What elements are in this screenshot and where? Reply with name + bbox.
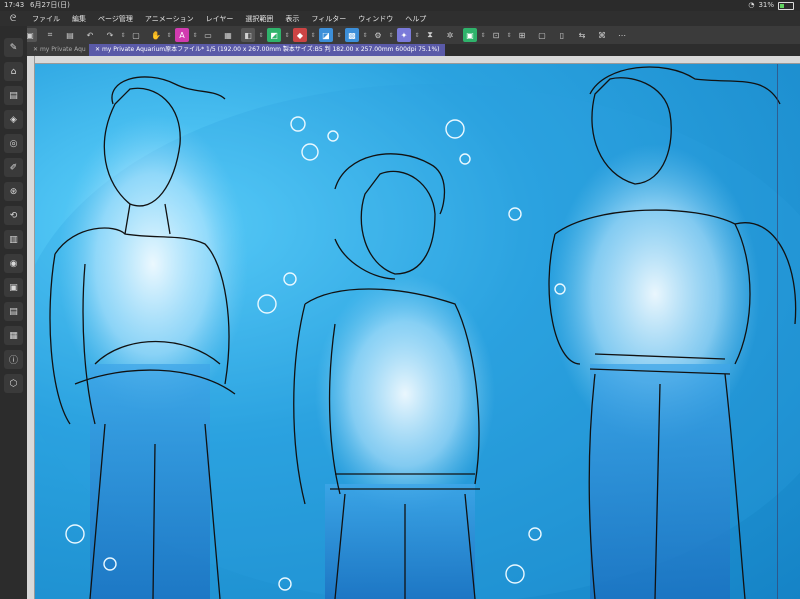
redo-icon[interactable]: ↷ <box>103 28 117 42</box>
wifi-icon: ◔ <box>748 1 755 9</box>
eraser-tool-icon[interactable]: ▤ <box>4 86 23 105</box>
info-icon[interactable]: ⓘ <box>4 350 23 369</box>
chevron-updown-icon[interactable]: ⇕ <box>284 28 290 42</box>
gradient-icon[interactable]: ◪ <box>319 28 333 42</box>
chevron-updown-icon[interactable]: ⇕ <box>388 28 394 42</box>
chevron-updown-icon[interactable]: ⇕ <box>310 28 316 42</box>
chevron-updown-icon[interactable]: ⇕ <box>414 28 420 42</box>
menu-file[interactable]: ファイル <box>26 14 66 24</box>
layout-icon[interactable]: ⊞ <box>515 28 529 42</box>
undo-icon[interactable]: ↶ <box>83 28 97 42</box>
grid-icon[interactable]: ▦ <box>221 28 235 42</box>
left-tool-sidebar: ✎ ⌂ ▤ ◈ ◎ ✐ ⊛ ⟲ ▥ ◉ ▣ ▤ ▦ ⓘ ⬡ <box>0 26 27 599</box>
chevron-updown-icon[interactable]: ⇕ <box>480 28 486 42</box>
hand-icon[interactable]: ✋ <box>149 28 163 42</box>
ruler-horizontal <box>34 56 800 64</box>
ios-status-bar: 17:43 6月27日(日) ◔ 31% <box>0 0 800 11</box>
document-tabs: ✕ my Private Aqu ✕ my Private Aquarium原本… <box>27 44 800 56</box>
color-icon[interactable]: ◩ <box>267 28 281 42</box>
brush-tool-icon[interactable]: ⌂ <box>4 62 23 81</box>
battery-icon <box>778 1 794 10</box>
hourglass-icon[interactable]: ⧗ <box>423 28 437 42</box>
chevron-updown-icon[interactable]: ⇕ <box>192 28 198 42</box>
auto-action-icon[interactable]: ⬡ <box>4 374 23 393</box>
pen-tool-icon[interactable]: ✎ <box>4 38 23 57</box>
sync-icon[interactable]: ⇆ <box>575 28 589 42</box>
menu-selection[interactable]: 選択範囲 <box>239 14 279 24</box>
menu-window[interactable]: ウィンドウ <box>352 14 399 24</box>
chevron-updown-icon[interactable]: ⇕ <box>166 28 172 42</box>
page-guide-line <box>777 64 778 599</box>
material-icon[interactable]: ⊛ <box>4 182 23 201</box>
settings-icon[interactable]: ⚙ <box>371 28 385 42</box>
menu-view[interactable]: 表示 <box>279 14 305 24</box>
animation-icon[interactable]: ▦ <box>4 326 23 345</box>
battery-percent: 31% <box>758 1 774 9</box>
filter-icon[interactable]: ▩ <box>345 28 359 42</box>
text-icon[interactable]: A <box>175 28 189 42</box>
select-icon[interactable]: ▢ <box>129 28 143 42</box>
window-icon[interactable]: ▢ <box>535 28 549 42</box>
tab-inactive[interactable]: ✕ my Private Aqu <box>27 44 89 56</box>
chevron-updown-icon[interactable]: ⇕ <box>336 28 342 42</box>
shortcut-icon[interactable]: ⌘ <box>595 28 609 42</box>
drawing-canvas[interactable] <box>35 64 800 599</box>
save-icon[interactable]: ▤ <box>63 28 77 42</box>
history-icon[interactable]: ⟲ <box>4 206 23 225</box>
sub-tool-icon[interactable]: ▥ <box>4 230 23 249</box>
chevron-updown-icon[interactable]: ⇕ <box>120 28 126 42</box>
close-icon[interactable]: ✕ <box>95 46 102 53</box>
layer-property-icon[interactable]: ▣ <box>4 278 23 297</box>
chevron-updown-icon[interactable]: ⇕ <box>258 28 264 42</box>
command-bar: ☰ ▣ ⌗ ▤ ↶ ↷ ⇕ ▢ ✋ ⇕ A ⇕ ▭ ▦ ◧ ⇕ ◩ ⇕ ◆ ⇕ … <box>0 26 800 45</box>
chevron-updown-icon[interactable]: ⇕ <box>506 28 512 42</box>
status-right: ◔ 31% <box>748 0 794 11</box>
navigator-icon[interactable]: ◎ <box>4 134 23 153</box>
menu-animation[interactable]: アニメーション <box>139 14 200 24</box>
layer-panel-icon[interactable]: ◈ <box>4 110 23 129</box>
close-icon[interactable]: ✕ <box>33 46 40 53</box>
menu-layer[interactable]: レイヤー <box>200 14 240 24</box>
color-wheel-icon[interactable]: ✐ <box>4 158 23 177</box>
export-icon[interactable]: ▣ <box>463 28 477 42</box>
crop-icon[interactable]: ⌗ <box>43 28 57 42</box>
ruler-icon[interactable]: ▭ <box>201 28 215 42</box>
status-date: 6月27日(日) <box>30 1 70 9</box>
app-logo-icon[interactable]: ᘓ <box>0 14 26 24</box>
tablet-icon[interactable]: ▯ <box>555 28 569 42</box>
menu-filter[interactable]: フィルター <box>305 14 352 24</box>
menu-bar: ᘓ ファイル 編集 ページ管理 アニメーション レイヤー 選択範囲 表示 フィル… <box>0 11 800 26</box>
gear2-icon[interactable]: ✲ <box>443 28 457 42</box>
fill-icon[interactable]: ◆ <box>293 28 307 42</box>
status-time: 17:43 <box>4 1 25 9</box>
menu-page[interactable]: ページ管理 <box>92 14 139 24</box>
layer-icon[interactable]: ◧ <box>241 28 255 42</box>
sketch-artwork <box>35 66 800 599</box>
ruler-vertical <box>27 56 35 599</box>
chevron-updown-icon[interactable]: ⇕ <box>362 28 368 42</box>
menu-help[interactable]: ヘルプ <box>399 14 432 24</box>
preview-icon[interactable]: ⊡ <box>489 28 503 42</box>
puzzle-icon[interactable]: ✦ <box>397 28 411 42</box>
tab-active[interactable]: ✕ my Private Aquarium原本ファイル* 1/5 (192.00… <box>89 44 446 56</box>
folder-icon[interactable]: ▤ <box>4 302 23 321</box>
menu-edit[interactable]: 編集 <box>66 14 92 24</box>
color-set-icon[interactable]: ◉ <box>4 254 23 273</box>
more-icon[interactable]: ⋯ <box>615 28 629 42</box>
